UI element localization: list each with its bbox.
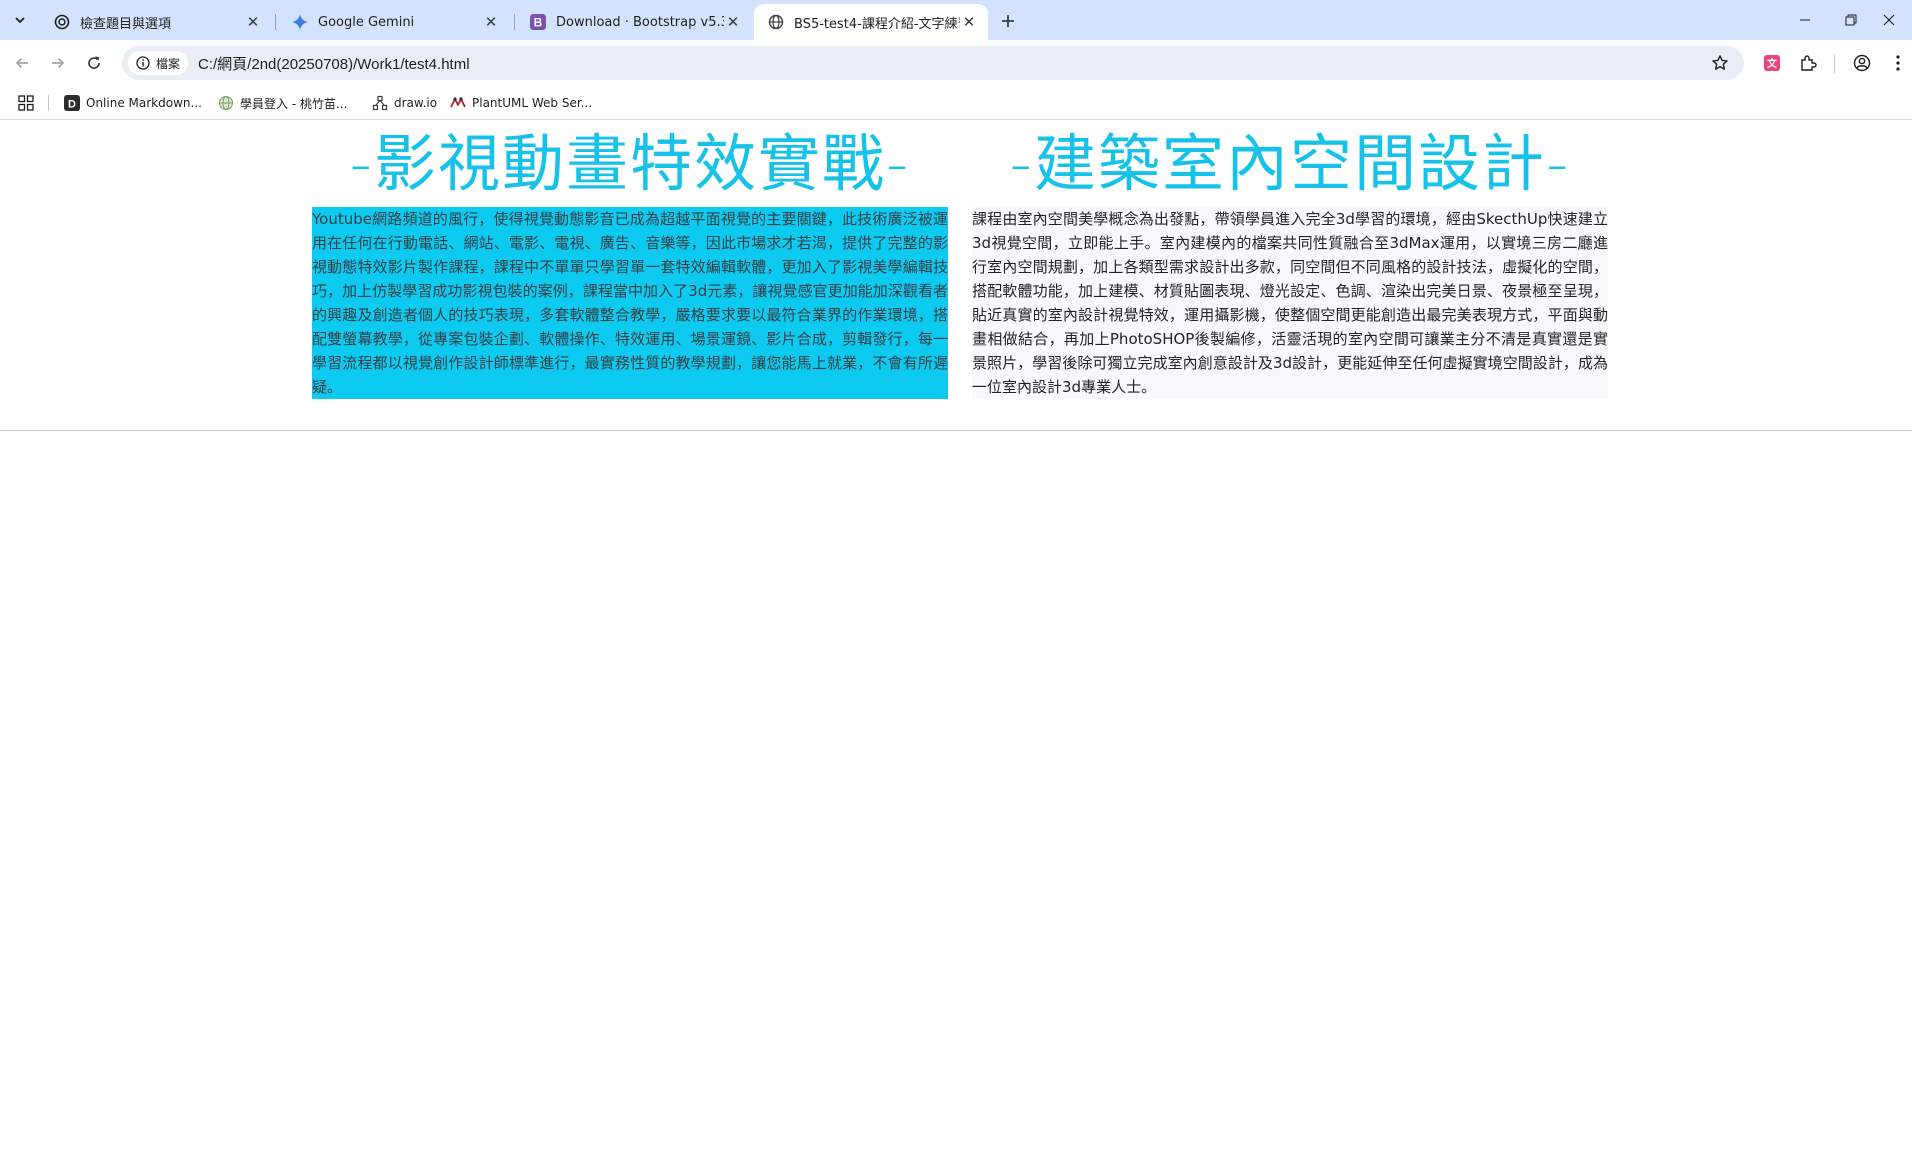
menu-button[interactable]: [1886, 51, 1910, 75]
course-column-animation: -影視動畫特效實戰- Youtube網路頻道的風行，使得視覺動態影音已成為超越平…: [312, 121, 948, 399]
more-vert-icon: [1896, 55, 1900, 71]
plus-icon: [1002, 15, 1014, 27]
tab-separator: [514, 14, 515, 30]
bookmark-separator: [48, 95, 49, 111]
tab-title: Download · Bootstrap v5.3: [556, 14, 724, 30]
new-tab-button[interactable]: [995, 8, 1021, 34]
tab-title: Google Gemini: [318, 14, 415, 30]
tab-title: BS5-test4-課程介紹-文字練習: [794, 16, 960, 32]
profile-button[interactable]: [1850, 51, 1874, 75]
tab-bs5-test4[interactable]: BS5-test4-課程介紹-文字練習 ✕: [754, 4, 988, 40]
markdown-d-icon: D: [64, 95, 80, 111]
course-column-interior: -建築室內空間設計- 課程由室內空間美學概念為出發點，帶領學員進入完全3d學習的…: [972, 121, 1608, 399]
forward-button[interactable]: [44, 49, 72, 77]
bookmark-star-button[interactable]: [1708, 51, 1732, 75]
chevron-down-icon: [15, 17, 25, 24]
tab-title: 檢查題目與選項: [80, 16, 172, 32]
tab-gemini[interactable]: Google Gemini ✕: [278, 4, 510, 40]
toolbar-separator: [1834, 55, 1835, 73]
course-description-interior: 課程由室內空間美學概念為出發點，帶領學員進入完全3d學習的環境，經由Skecth…: [972, 207, 1608, 399]
star-icon: [1712, 55, 1728, 70]
url-text[interactable]: C:/網頁/2nd(20250708)/Work1/test4.html: [198, 53, 470, 74]
bookmark-plantuml[interactable]: PlantUML Web Ser...: [450, 92, 592, 114]
extension-translate-button[interactable]: 文: [1760, 51, 1784, 75]
account-icon: [1853, 54, 1871, 72]
close-icon[interactable]: ✕: [960, 13, 978, 31]
bookmarks-bar: D Online Markdown... 學員登入 - 桃竹苗... draw.…: [0, 86, 1912, 120]
bookmark-online-markdown[interactable]: D Online Markdown...: [64, 92, 202, 114]
page-viewport: -影視動畫特效實戰- Youtube網路頻道的風行，使得視覺動態影音已成為超越平…: [0, 121, 1912, 1152]
bookmark-label: PlantUML Web Ser...: [472, 96, 593, 110]
bookmark-drawio[interactable]: draw.io: [372, 92, 437, 114]
tab-search-button[interactable]: [8, 8, 32, 32]
svg-text:D: D: [68, 99, 76, 111]
info-icon: [136, 56, 150, 70]
tab-separator: [275, 14, 276, 30]
tab-strip: 檢查題目與選項 ✕ Google Gemini ✕ B Download · B…: [0, 0, 1912, 40]
tab-chatgpt[interactable]: 檢查題目與選項 ✕: [40, 4, 272, 40]
course-heading-animation: -影視動畫特效實戰-: [349, 127, 911, 200]
tab-bootstrap[interactable]: B Download · Bootstrap v5.3 ✕: [516, 4, 752, 40]
drawio-icon: [372, 95, 388, 111]
restore-icon: [1845, 14, 1857, 26]
gemini-icon: [292, 14, 308, 30]
close-icon[interactable]: ✕: [482, 13, 500, 31]
svg-text:B: B: [534, 16, 543, 30]
browser-toolbar: 檔案 C:/網頁/2nd(20250708)/Work1/test4.html …: [0, 40, 1912, 86]
close-icon[interactable]: ✕: [244, 13, 262, 31]
close-icon: [1883, 14, 1895, 26]
window-close-button[interactable]: [1866, 0, 1912, 40]
horizontal-rule: [0, 430, 1912, 431]
arrow-right-icon: [52, 57, 65, 69]
svg-text:文: 文: [1767, 57, 1778, 70]
course-heading-interior: -建築室內空間設計-: [1009, 127, 1571, 200]
site-info-label: 檔案: [156, 56, 181, 71]
globe-icon: [768, 14, 784, 30]
site-info-chip[interactable]: 檔案: [128, 51, 189, 75]
plantuml-icon: [450, 95, 466, 111]
chatgpt-icon: [54, 14, 70, 30]
extensions-button[interactable]: [1796, 51, 1820, 75]
arrow-left-icon: [15, 57, 28, 69]
reload-button[interactable]: [80, 49, 108, 77]
apps-grid-icon: [18, 95, 34, 111]
reload-icon: [88, 56, 100, 69]
minimize-button[interactable]: [1782, 0, 1828, 40]
address-bar[interactable]: 檔案 C:/網頁/2nd(20250708)/Work1/test4.html: [122, 46, 1744, 80]
back-button[interactable]: [8, 49, 36, 77]
bookmark-label: Online Markdown...: [86, 96, 202, 110]
course-description-animation: Youtube網路頻道的風行，使得視覺動態影音已成為超越平面視覺的主要關鍵，此技…: [312, 207, 948, 399]
bookmark-label: draw.io: [394, 96, 438, 110]
globe-icon: [218, 95, 234, 111]
minimize-icon: [1800, 19, 1810, 21]
bookmark-label: 學員登入 - 桃竹苗...: [240, 96, 348, 111]
puzzle-icon: [1801, 55, 1817, 71]
close-icon[interactable]: ✕: [724, 13, 742, 31]
translate-extension-icon: 文: [1764, 55, 1780, 71]
bookmark-student-login[interactable]: 學員登入 - 桃竹苗...: [218, 92, 347, 114]
apps-button[interactable]: [16, 93, 36, 113]
bootstrap-icon: B: [530, 14, 546, 30]
